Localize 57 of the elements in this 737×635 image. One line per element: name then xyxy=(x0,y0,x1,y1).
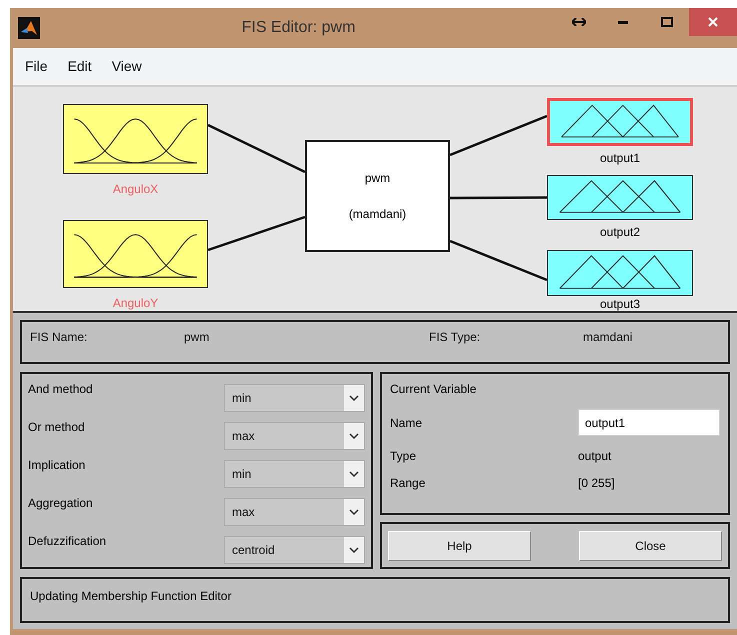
method-label: And method xyxy=(28,382,93,396)
panel-title: Current Variable xyxy=(390,382,478,396)
menu-item[interactable]: View xyxy=(104,54,150,78)
method-dropdown[interactable]: min xyxy=(224,460,365,488)
method-label: Implication xyxy=(28,458,86,472)
close-button[interactable] xyxy=(689,8,737,36)
fis-type-value: mamdani xyxy=(583,330,634,346)
menu-item[interactable]: Edit xyxy=(60,54,100,78)
membership-curves-icon xyxy=(74,118,197,164)
output-variable-block[interactable] xyxy=(547,98,693,146)
output-variable-block[interactable] xyxy=(547,174,693,220)
fis-name-label: FIS Name: xyxy=(30,330,88,346)
output-variable-label: output3 xyxy=(598,296,642,311)
system-name: pwm xyxy=(364,170,390,185)
output-variable-label: output1 xyxy=(598,150,642,165)
membership-triangles-icon xyxy=(559,254,681,288)
input-variable-label: AnguloX xyxy=(112,182,160,196)
range-label: Range xyxy=(390,476,426,490)
output-variable-block[interactable] xyxy=(547,250,693,296)
type-value: output xyxy=(578,449,612,463)
dialog-button[interactable]: Close xyxy=(579,530,722,560)
window-title: FIS Editor: pwm xyxy=(240,19,356,37)
minimize-icon[interactable] xyxy=(618,20,628,24)
menu-item[interactable]: File xyxy=(17,54,56,78)
app-logo-icon xyxy=(18,17,40,39)
fis-type-label: FIS Type: xyxy=(429,330,482,346)
method-dropdown[interactable]: min xyxy=(224,384,365,412)
status-message: Updating Membership Function Editor xyxy=(30,589,232,603)
method-label: Aggregation xyxy=(28,496,93,510)
membership-triangles-icon xyxy=(561,104,679,137)
chevron-down-icon xyxy=(349,433,359,439)
input-variable-block[interactable] xyxy=(63,220,208,288)
chevron-down-icon xyxy=(349,471,359,477)
method-label: Or method xyxy=(28,420,85,434)
method-dropdown[interactable]: max xyxy=(224,422,365,450)
chevron-down-icon xyxy=(349,509,359,515)
name-input-field[interactable]: output1 xyxy=(578,409,720,436)
range-value: [0 255] xyxy=(578,476,616,490)
input-variable-block[interactable] xyxy=(63,104,208,174)
type-label: Type xyxy=(390,449,418,463)
membership-triangles-icon xyxy=(559,180,681,212)
output-variable-label: output2 xyxy=(598,224,642,239)
dialog-button[interactable]: Help xyxy=(388,530,531,560)
fis-name-value: pwm xyxy=(184,330,210,346)
input-variable-label: AnguloY xyxy=(112,296,160,310)
chevron-down-icon xyxy=(349,547,359,553)
method-dropdown[interactable]: centroid xyxy=(224,536,365,564)
method-dropdown[interactable]: max xyxy=(224,498,365,526)
close-icon xyxy=(708,17,718,27)
resize-icon[interactable] xyxy=(572,18,586,26)
system-type: (mamdani) xyxy=(348,206,406,221)
membership-curves-icon xyxy=(74,234,198,278)
name-label: Name xyxy=(390,416,424,430)
system-block[interactable]: pwm (mamdani) xyxy=(305,140,450,252)
chevron-down-icon xyxy=(349,395,359,401)
method-label: Defuzzification xyxy=(28,534,106,548)
maximize-icon[interactable] xyxy=(661,17,673,27)
